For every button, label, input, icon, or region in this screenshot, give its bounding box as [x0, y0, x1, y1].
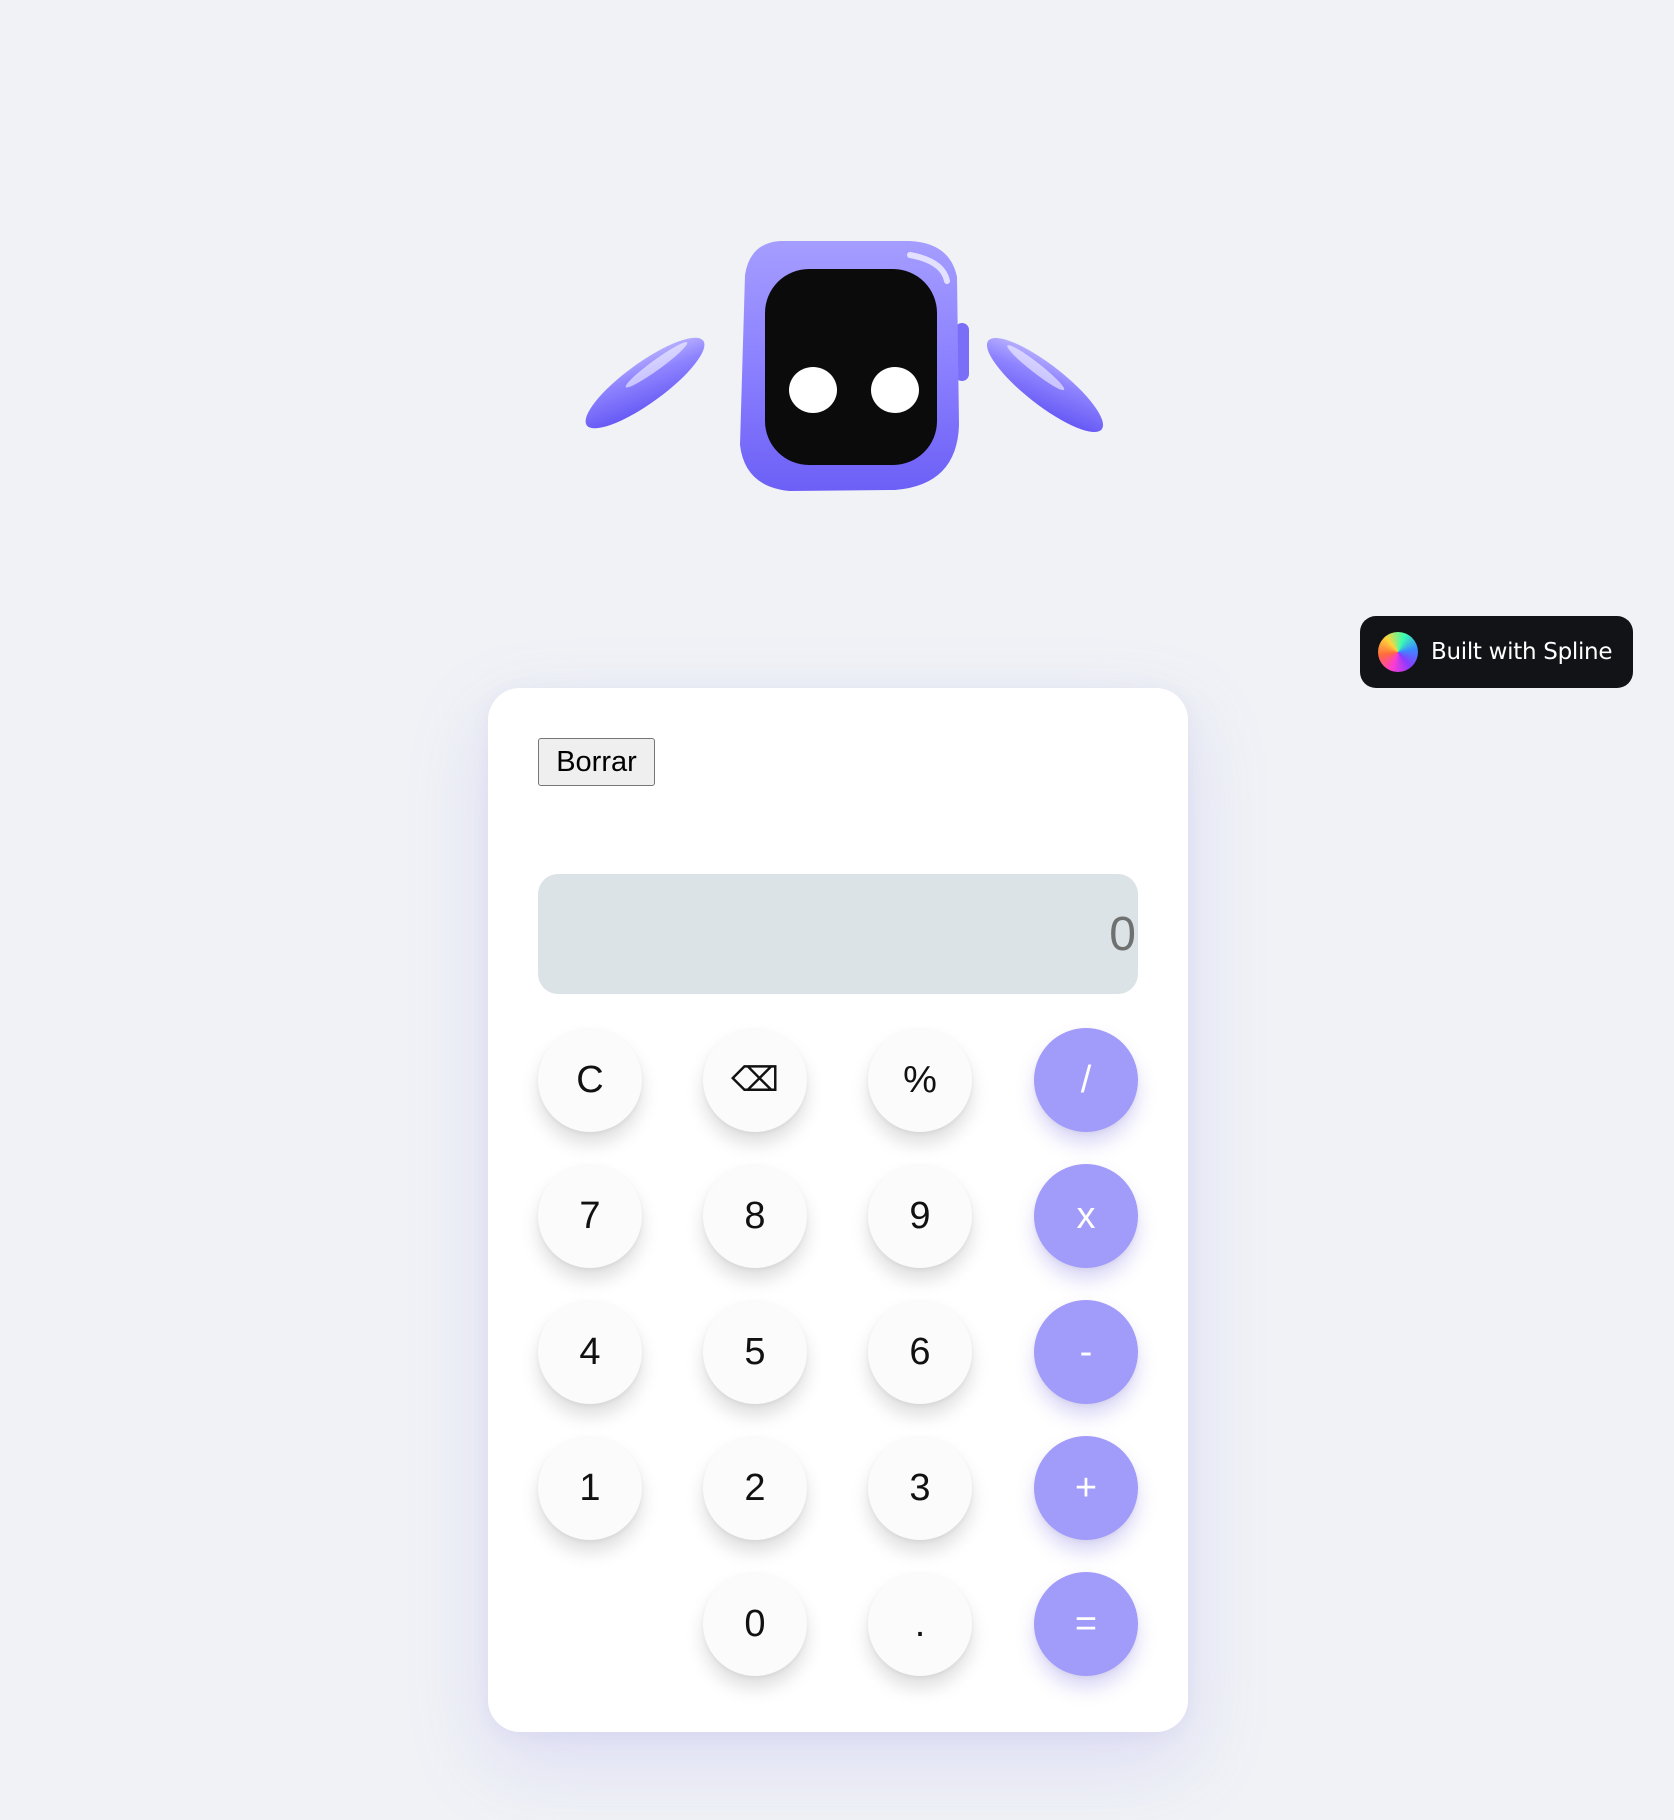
- digit-3-key[interactable]: 3: [868, 1436, 972, 1540]
- subtract-key[interactable]: -: [1034, 1300, 1138, 1404]
- decimal-key[interactable]: .: [868, 1572, 972, 1676]
- spline-logo-icon: [1378, 632, 1418, 672]
- percent-key[interactable]: %: [868, 1028, 972, 1132]
- calculator-display: 0: [538, 874, 1138, 994]
- robot-left-eye: [789, 367, 837, 413]
- calculator-card: Borrar 0 C ⌫ % / 7 8 9 x 4 5 6 - 1 2 3 +…: [488, 688, 1188, 1732]
- robot-icon: [585, 241, 1104, 491]
- robot-face: [765, 269, 937, 465]
- robot-right-eye: [871, 367, 919, 413]
- multiply-key[interactable]: x: [1034, 1164, 1138, 1268]
- spline-badge-label: Built with Spline: [1431, 639, 1613, 665]
- robot-left-arm: [585, 337, 705, 429]
- equals-key[interactable]: =: [1034, 1572, 1138, 1676]
- add-key[interactable]: +: [1034, 1436, 1138, 1540]
- digit-2-key[interactable]: 2: [703, 1436, 807, 1540]
- backspace-key[interactable]: ⌫: [703, 1028, 807, 1132]
- divide-key[interactable]: /: [1034, 1028, 1138, 1132]
- digit-8-key[interactable]: 8: [703, 1164, 807, 1268]
- digit-7-key[interactable]: 7: [538, 1164, 642, 1268]
- built-with-spline-badge[interactable]: Built with Spline: [1360, 616, 1633, 688]
- digit-4-key[interactable]: 4: [538, 1300, 642, 1404]
- digit-6-key[interactable]: 6: [868, 1300, 972, 1404]
- robot-illustration[interactable]: [565, 235, 1125, 505]
- digit-0-key[interactable]: 0: [703, 1572, 807, 1676]
- digit-5-key[interactable]: 5: [703, 1300, 807, 1404]
- clear-all-button[interactable]: Borrar: [538, 738, 655, 786]
- clear-key[interactable]: C: [538, 1028, 642, 1132]
- robot-right-arm: [986, 337, 1104, 433]
- digit-1-key[interactable]: 1: [538, 1436, 642, 1540]
- digit-9-key[interactable]: 9: [868, 1164, 972, 1268]
